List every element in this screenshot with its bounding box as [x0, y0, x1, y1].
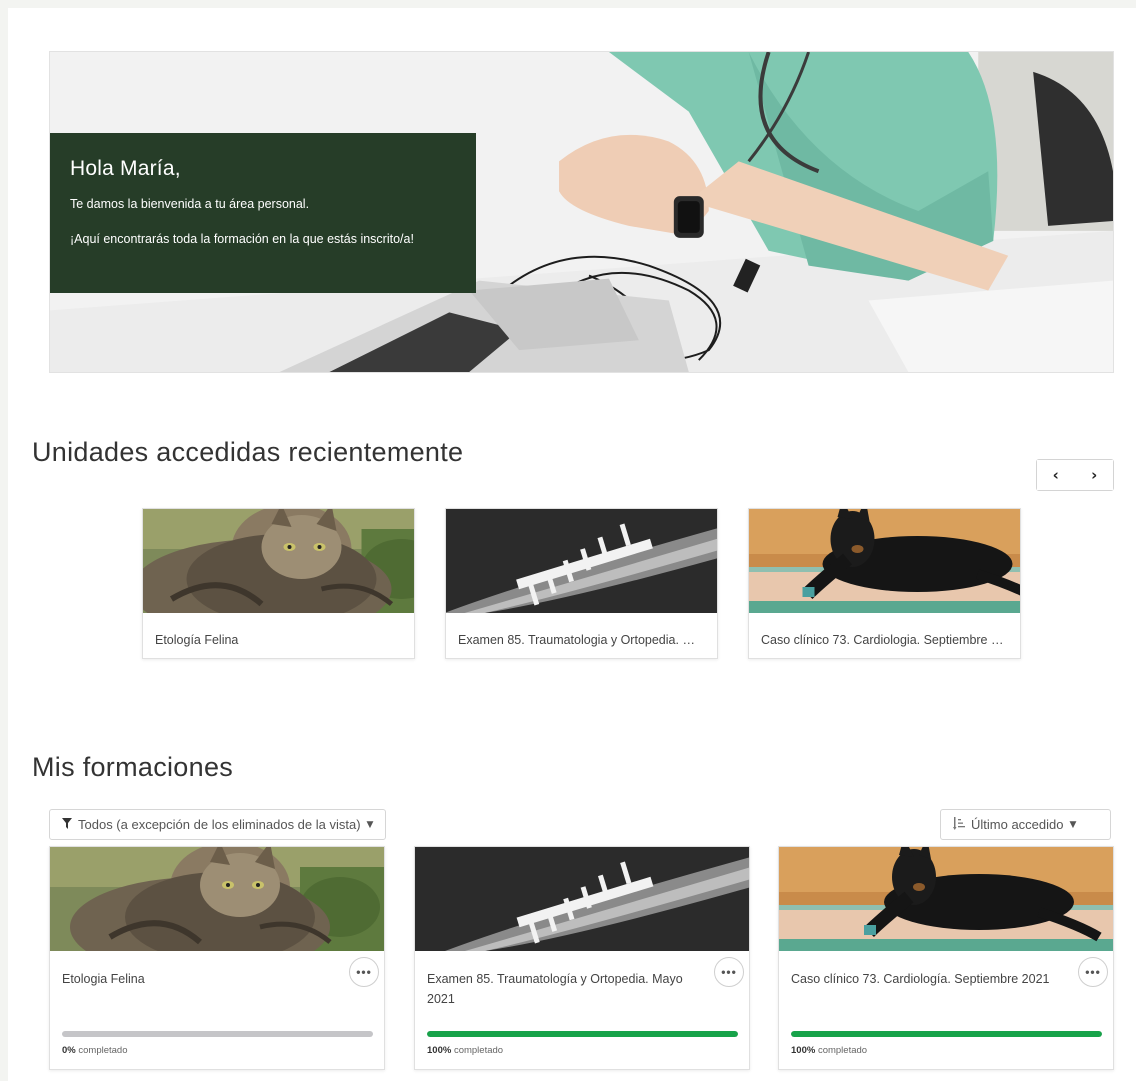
welcome-greeting: Hola María, [70, 157, 181, 180]
recent-unit-card[interactable]: Caso clínico 73. Cardiologia. Septiembre… [748, 508, 1021, 659]
course-progress-text: 100% completado [791, 1045, 868, 1056]
recent-unit-card[interactable]: Etología Felina [142, 508, 415, 659]
ellipsis-icon: ••• [1085, 965, 1101, 979]
course-title: Examen 85. Traumatología y Ortopedia. Ma… [427, 972, 683, 1006]
course-progress-text: 0% completado [62, 1045, 128, 1056]
course-card[interactable]: Caso clínico 73. Cardiología. Septiembre… [778, 846, 1114, 1070]
chevron-right-icon: › [1091, 466, 1098, 484]
course-image [779, 847, 1113, 951]
course-image [50, 847, 384, 951]
course-sort-label: Último accedido [971, 817, 1064, 832]
sort-icon [953, 816, 965, 833]
hero-banner: Hola María, Te damos la bienvenida a tu … [49, 51, 1114, 373]
left-frame [0, 0, 8, 1081]
course-sort-dropdown[interactable]: Último accedido ▼ [940, 809, 1111, 840]
carousel-prev-button[interactable]: ‹ [1037, 460, 1076, 490]
ellipsis-icon: ••• [721, 965, 737, 979]
carousel-next-button[interactable]: › [1075, 460, 1113, 490]
course-card[interactable]: Examen 85. Traumatología y Ortopedia. Ma… [414, 846, 750, 1070]
top-frame [0, 0, 1136, 8]
course-title: Etologia Felina [62, 972, 145, 986]
recent-unit-image [143, 509, 414, 613]
welcome-panel: Hola María, Te damos la bienvenida a tu … [50, 133, 476, 293]
course-image [415, 847, 749, 951]
course-progress-text: 100% completado [427, 1045, 504, 1056]
course-filter-dropdown[interactable]: Todos (a excepción de los eliminados de … [49, 809, 387, 840]
course-options-button[interactable]: ••• [714, 957, 744, 987]
recent-unit-image [446, 509, 717, 613]
recent-unit-card[interactable]: Examen 85. Traumatologia y Ortopedia. Ma… [445, 508, 718, 659]
chevron-left-icon: ‹ [1052, 466, 1059, 484]
carousel-nav: ‹ › [1036, 459, 1114, 491]
recent-units-title: Unidades accedidas recientemente [32, 437, 464, 467]
course-progress-fill [427, 1031, 738, 1037]
course-options-button[interactable]: ••• [1078, 957, 1108, 987]
my-courses-title: Mis formaciones [32, 752, 234, 782]
course-progress-bar [791, 1031, 1102, 1037]
caret-down-icon: ▼ [366, 819, 374, 830]
course-options-button[interactable]: ••• [349, 957, 379, 987]
welcome-line-2: ¡Aquí encontrarás toda la formación en l… [70, 232, 414, 246]
course-card[interactable]: Etologia Felina ••• 0% completado [49, 846, 385, 1070]
ellipsis-icon: ••• [356, 965, 372, 979]
course-progress-fill [791, 1031, 1102, 1037]
welcome-line-1: Te damos la bienvenida a tu área persona… [70, 197, 310, 211]
funnel-icon [62, 817, 72, 832]
recent-unit-title: Caso clínico 73. Cardiologia. Septiembre… [761, 633, 1019, 647]
course-filter-label: Todos (a excepción de los eliminados de … [78, 817, 361, 832]
recent-unit-image [749, 509, 1020, 613]
recent-unit-title: Etología Felina [155, 633, 239, 647]
course-progress-bar [62, 1031, 373, 1037]
course-progress-bar [427, 1031, 738, 1037]
caret-down-icon: ▼ [1069, 819, 1077, 830]
recent-unit-title: Examen 85. Traumatologia y Ortopedia. Ma… [458, 633, 717, 647]
course-title: Caso clínico 73. Cardiología. Septiembre… [791, 972, 1050, 986]
